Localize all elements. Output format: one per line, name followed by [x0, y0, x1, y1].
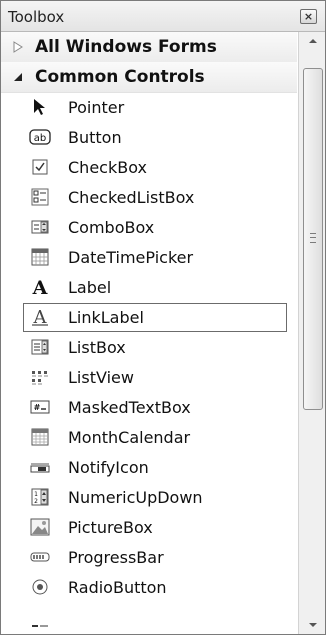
close-button[interactable]: × [300, 9, 317, 24]
svg-text:ab: ab [34, 133, 46, 144]
item-label: CheckedListBox [68, 187, 195, 207]
toolbox-item-linklabel[interactable]: A LinkLabel [1, 302, 297, 332]
radiobutton-icon [29, 577, 51, 597]
item-label: ComboBox [68, 217, 155, 237]
item-label: ListBox [68, 337, 126, 357]
svg-text:#: # [34, 403, 41, 412]
toolbox-item-combobox[interactable]: ComboBox [1, 212, 297, 242]
item-label: Label [68, 277, 112, 297]
toolbox-item-button[interactable]: ab Button [1, 122, 297, 152]
toolbox-item-radiobutton[interactable]: RadioButton [1, 572, 297, 602]
title-bar: Toolbox × [1, 1, 325, 32]
selection-frame [23, 303, 287, 332]
scroll-up-button[interactable] [299, 32, 325, 50]
item-label: DateTimePicker [68, 247, 194, 267]
group-common-controls[interactable]: Common Controls [1, 62, 297, 93]
item-label: MaskedTextBox [68, 397, 191, 417]
toolbox-item-notifyicon[interactable]: NotifyIcon [1, 452, 297, 482]
item-label: MonthCalendar [68, 427, 191, 447]
toolbox-item-listbox[interactable]: ListBox [1, 332, 297, 362]
progressbar-icon [29, 547, 51, 567]
toolbox-item-progressbar[interactable]: ProgressBar [1, 542, 297, 572]
close-icon: × [303, 10, 314, 23]
list-item-icon [29, 607, 51, 627]
vertical-scrollbar[interactable] [298, 32, 325, 634]
label-A-icon: A [29, 277, 51, 297]
chevron-down-icon [308, 623, 317, 627]
scroll-thumb[interactable] [303, 68, 323, 410]
combobox-icon [29, 217, 51, 237]
item-label: ListView [68, 367, 134, 387]
toolbox-item-datetimepicker[interactable]: DateTimePicker [1, 242, 297, 272]
scroll-down-button[interactable] [299, 616, 325, 634]
item-label: ProgressBar [68, 547, 164, 567]
grip-icon [310, 233, 316, 243]
svg-text:A: A [33, 308, 48, 326]
partial-next-item [1, 602, 297, 632]
window-title: Toolbox [8, 8, 65, 26]
checkedlistbox-icon [29, 187, 51, 207]
toolbox-window: Toolbox × All Windows Forms Common Contr… [0, 0, 326, 635]
item-label: NotifyIcon [68, 457, 149, 477]
item-label: Pointer [68, 97, 125, 117]
toolbox-item-numericupdown[interactable]: 12 NumericUpDown [1, 482, 297, 512]
group-label: All Windows Forms [35, 37, 217, 57]
toolbox-item-monthcalendar[interactable]: MonthCalendar [1, 422, 297, 452]
toolbox-item-picturebox[interactable]: PictureBox [1, 512, 297, 542]
pointer-arrow-icon [29, 97, 51, 117]
button-ab-icon: ab [29, 127, 51, 147]
item-label: RadioButton [68, 577, 167, 597]
listbox-icon [29, 337, 51, 357]
toolbox-item-label[interactable]: A Label [1, 272, 297, 302]
item-label: CheckBox [68, 157, 147, 177]
toolbox-list: All Windows Forms Common Controls Pointe… [1, 32, 297, 634]
checkbox-icon [29, 157, 51, 177]
linklabel-A-icon: A [29, 307, 51, 327]
triangle-right-icon [11, 40, 25, 54]
toolbox-item-maskedtextbox[interactable]: # MaskedTextBox [1, 392, 297, 422]
svg-text:2: 2 [34, 498, 38, 505]
toolbox-item-listview[interactable]: ListView [1, 362, 297, 392]
monthcalendar-icon [29, 427, 51, 447]
toolbox-item-pointer[interactable]: Pointer [1, 92, 297, 122]
svg-text:1: 1 [34, 491, 38, 498]
triangle-down-icon [11, 70, 25, 84]
item-label: NumericUpDown [68, 487, 203, 507]
item-label: Button [68, 127, 122, 147]
notifyicon-icon [29, 457, 51, 477]
toolbox-item-checkbox[interactable]: CheckBox [1, 152, 297, 182]
item-label: LinkLabel [68, 307, 144, 327]
numericupdown-icon: 12 [29, 487, 51, 507]
datetimepicker-icon [29, 247, 51, 267]
listview-icon [29, 367, 51, 387]
item-label: PictureBox [68, 517, 153, 537]
group-label: Common Controls [35, 67, 205, 87]
group-all-windows-forms[interactable]: All Windows Forms [1, 32, 297, 63]
svg-text:A: A [32, 278, 48, 296]
maskedtextbox-icon: # [29, 397, 51, 417]
picturebox-icon [29, 517, 51, 537]
chevron-up-icon [308, 39, 317, 43]
toolbox-item-checkedlistbox[interactable]: CheckedListBox [1, 182, 297, 212]
